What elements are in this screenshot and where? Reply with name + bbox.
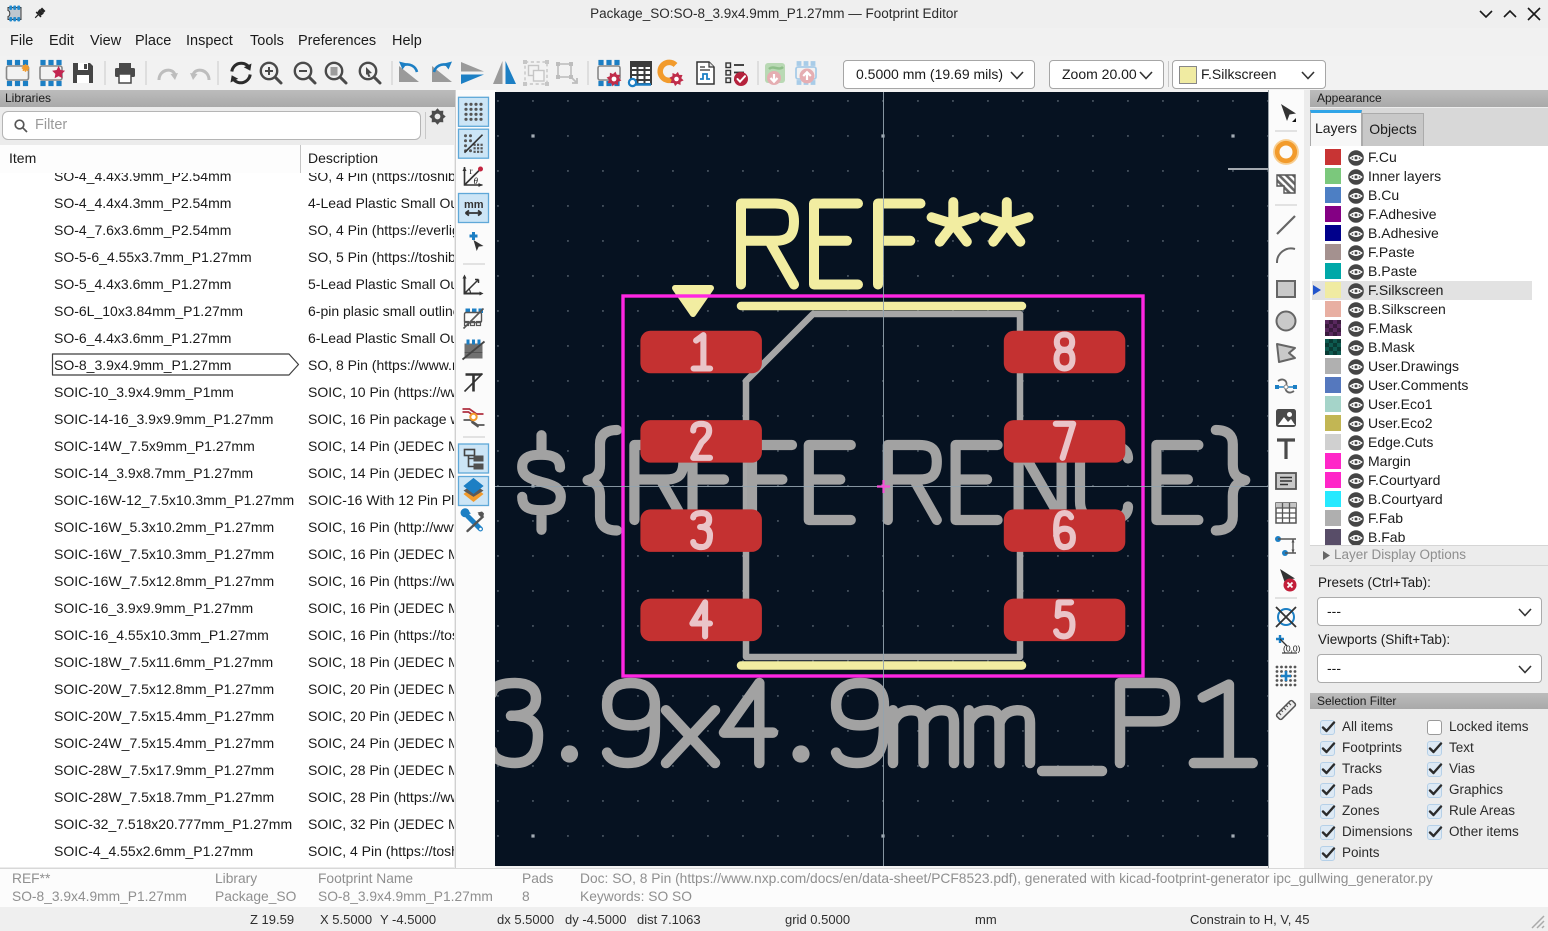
svg-text:r: r xyxy=(470,166,473,176)
svg-text:mm: mm xyxy=(464,199,484,211)
svg-text:(0,0): (0,0) xyxy=(1283,644,1301,654)
svg-text:θ: θ xyxy=(474,176,479,186)
